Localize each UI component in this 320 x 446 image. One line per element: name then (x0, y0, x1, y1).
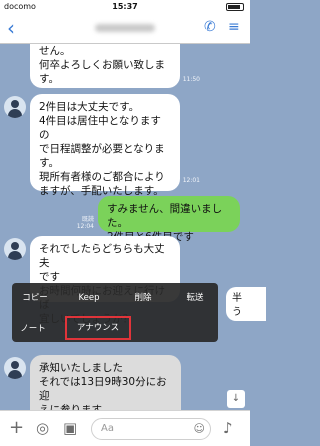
input-bar: + ◎ ▣ Aa ☺ ♪ (0, 410, 250, 446)
menu-item-announce[interactable]: アナウンス (65, 316, 131, 340)
menu-item-forward[interactable]: 転送 (180, 292, 210, 304)
chat-area[interactable]: せん。 何卒よろしくお願い致しま す。 11:50 2件目は大丈夫です。 4件目… (0, 44, 250, 410)
message-time: 11:50 (182, 76, 200, 83)
back-icon[interactable]: ‹ (7, 16, 15, 40)
chat-header: ‹ ✆ ≡ (0, 14, 250, 44)
menu-item-note[interactable]: ノート (18, 323, 48, 335)
image-icon[interactable]: ▣ (63, 419, 77, 437)
partial-message-text: 半 う (232, 293, 242, 318)
context-menu: コピー Keep 削除 転送 ノート アナウンス (12, 283, 218, 342)
message-bubble-left-selected[interactable]: 承知いたしました それでは13日9時30分にお迎 えに参ります。 よろしくお願い… (30, 355, 181, 410)
clock: 15:37 (112, 2, 138, 11)
avatar[interactable] (4, 357, 26, 379)
message-time: 12:04 (76, 223, 94, 230)
scroll-down-icon[interactable]: ↓ (227, 390, 245, 408)
avatar[interactable] (4, 96, 26, 118)
avatar[interactable] (4, 238, 26, 260)
status-bar: docomo 15:37 (0, 0, 250, 14)
message-time: 12:01 (182, 177, 200, 184)
read-receipt: 既読 (81, 216, 94, 223)
menu-item-delete[interactable]: 削除 (128, 292, 158, 304)
battery-icon (226, 3, 244, 11)
message-input[interactable]: Aa ☺ (91, 418, 211, 440)
message-bubble-left[interactable]: 2件目は大丈夫です。 4件目は居住中となりますの で日程調整が必要となりま す。… (30, 94, 180, 197)
message-bubble-right[interactable]: すみません、間違いました。 2件目と6件目です (98, 196, 240, 243)
camera-icon[interactable]: ◎ (36, 419, 49, 437)
chat-title-blurred (95, 24, 155, 32)
menu-icon[interactable]: ≡ (228, 19, 240, 35)
emoji-icon[interactable]: ☺ (194, 419, 205, 439)
message-input-placeholder: Aa (101, 423, 114, 434)
message-bubble-left[interactable]: せん。 何卒よろしくお願い致しま す。 (30, 44, 180, 88)
plus-icon[interactable]: + (9, 419, 24, 437)
menu-item-keep[interactable]: Keep (74, 292, 104, 304)
phone-icon[interactable]: ✆ (204, 19, 216, 35)
menu-item-copy[interactable]: コピー (20, 292, 50, 304)
microphone-icon[interactable]: ♪ (223, 419, 233, 437)
